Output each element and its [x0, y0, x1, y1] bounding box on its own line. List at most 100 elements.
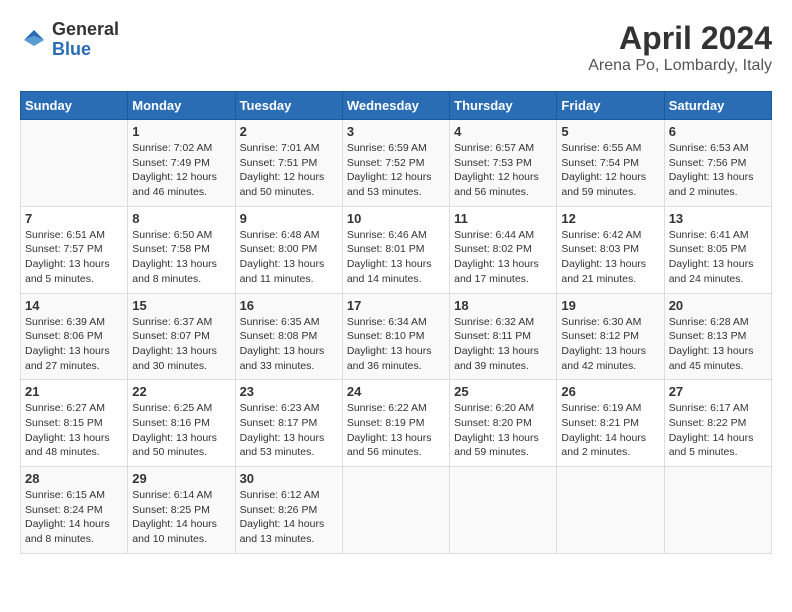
day-cell: 24 Sunrise: 6:22 AM Sunset: 8:19 PM Dayli…	[342, 380, 449, 467]
day-info: Sunrise: 6:12 AM Sunset: 8:26 PM Dayligh…	[240, 488, 338, 547]
day-info: Sunrise: 6:30 AM Sunset: 8:12 PM Dayligh…	[561, 315, 659, 374]
day-info: Sunrise: 6:27 AM Sunset: 8:15 PM Dayligh…	[25, 401, 123, 460]
day-number: 20	[669, 298, 767, 313]
day-cell: 14 Sunrise: 6:39 AM Sunset: 8:06 PM Dayli…	[21, 293, 128, 380]
day-cell	[450, 467, 557, 554]
day-number: 24	[347, 384, 445, 399]
calendar-body: 1 Sunrise: 7:02 AM Sunset: 7:49 PM Daylig…	[21, 120, 772, 554]
day-number: 6	[669, 124, 767, 139]
day-number: 13	[669, 211, 767, 226]
day-info: Sunrise: 6:25 AM Sunset: 8:16 PM Dayligh…	[132, 401, 230, 460]
day-info: Sunrise: 6:14 AM Sunset: 8:25 PM Dayligh…	[132, 488, 230, 547]
week-row-5: 28 Sunrise: 6:15 AM Sunset: 8:24 PM Dayli…	[21, 467, 772, 554]
day-number: 5	[561, 124, 659, 139]
day-number: 18	[454, 298, 552, 313]
day-info: Sunrise: 6:48 AM Sunset: 8:00 PM Dayligh…	[240, 228, 338, 287]
day-info: Sunrise: 6:15 AM Sunset: 8:24 PM Dayligh…	[25, 488, 123, 547]
day-info: Sunrise: 6:39 AM Sunset: 8:06 PM Dayligh…	[25, 315, 123, 374]
day-number: 28	[25, 471, 123, 486]
day-info: Sunrise: 6:20 AM Sunset: 8:20 PM Dayligh…	[454, 401, 552, 460]
day-info: Sunrise: 6:55 AM Sunset: 7:54 PM Dayligh…	[561, 141, 659, 200]
day-info: Sunrise: 6:50 AM Sunset: 7:58 PM Dayligh…	[132, 228, 230, 287]
day-info: Sunrise: 6:46 AM Sunset: 8:01 PM Dayligh…	[347, 228, 445, 287]
day-info: Sunrise: 7:02 AM Sunset: 7:49 PM Dayligh…	[132, 141, 230, 200]
day-number: 1	[132, 124, 230, 139]
day-info: Sunrise: 6:44 AM Sunset: 8:02 PM Dayligh…	[454, 228, 552, 287]
day-cell: 12 Sunrise: 6:42 AM Sunset: 8:03 PM Dayli…	[557, 206, 664, 293]
day-info: Sunrise: 6:59 AM Sunset: 7:52 PM Dayligh…	[347, 141, 445, 200]
day-cell: 27 Sunrise: 6:17 AM Sunset: 8:22 PM Dayli…	[664, 380, 771, 467]
day-number: 4	[454, 124, 552, 139]
day-cell	[664, 467, 771, 554]
day-cell: 18 Sunrise: 6:32 AM Sunset: 8:11 PM Dayli…	[450, 293, 557, 380]
day-number: 21	[25, 384, 123, 399]
day-info: Sunrise: 6:53 AM Sunset: 7:56 PM Dayligh…	[669, 141, 767, 200]
day-info: Sunrise: 6:51 AM Sunset: 7:57 PM Dayligh…	[25, 228, 123, 287]
day-cell: 20 Sunrise: 6:28 AM Sunset: 8:13 PM Dayli…	[664, 293, 771, 380]
logo: General Blue	[20, 20, 119, 60]
day-info: Sunrise: 6:35 AM Sunset: 8:08 PM Dayligh…	[240, 315, 338, 374]
day-info: Sunrise: 6:42 AM Sunset: 8:03 PM Dayligh…	[561, 228, 659, 287]
week-row-2: 7 Sunrise: 6:51 AM Sunset: 7:57 PM Daylig…	[21, 206, 772, 293]
day-cell: 28 Sunrise: 6:15 AM Sunset: 8:24 PM Dayli…	[21, 467, 128, 554]
day-info: Sunrise: 6:34 AM Sunset: 8:10 PM Dayligh…	[347, 315, 445, 374]
location-subtitle: Arena Po, Lombardy, Italy	[588, 57, 772, 75]
day-number: 7	[25, 211, 123, 226]
logo-blue: Blue	[52, 40, 119, 60]
day-number: 2	[240, 124, 338, 139]
day-number: 27	[669, 384, 767, 399]
header-day-monday: Monday	[128, 92, 235, 120]
calendar-table: SundayMondayTuesdayWednesdayThursdayFrid…	[20, 91, 772, 554]
day-number: 11	[454, 211, 552, 226]
day-cell: 15Sunrise: 6:37 AM Sunset: 8:07 PM Dayli…	[128, 293, 235, 380]
day-number: 30	[240, 471, 338, 486]
day-number: 23	[240, 384, 338, 399]
day-cell: 1 Sunrise: 7:02 AM Sunset: 7:49 PM Daylig…	[128, 120, 235, 207]
day-cell: 25Sunrise: 6:20 AM Sunset: 8:20 PM Dayli…	[450, 380, 557, 467]
day-cell: 9 Sunrise: 6:48 AM Sunset: 8:00 PM Daylig…	[235, 206, 342, 293]
week-row-3: 14 Sunrise: 6:39 AM Sunset: 8:06 PM Dayli…	[21, 293, 772, 380]
day-cell: 11 Sunrise: 6:44 AM Sunset: 8:02 PM Dayli…	[450, 206, 557, 293]
day-info: Sunrise: 6:41 AM Sunset: 8:05 PM Dayligh…	[669, 228, 767, 287]
header-day-sunday: Sunday	[21, 92, 128, 120]
day-cell	[557, 467, 664, 554]
day-number: 16	[240, 298, 338, 313]
logo-icon	[20, 26, 48, 54]
logo-general: General	[52, 20, 119, 40]
header-day-saturday: Saturday	[664, 92, 771, 120]
day-cell: 26Sunrise: 6:19 AM Sunset: 8:21 PM Dayli…	[557, 380, 664, 467]
day-info: Sunrise: 6:23 AM Sunset: 8:17 PM Dayligh…	[240, 401, 338, 460]
header-day-tuesday: Tuesday	[235, 92, 342, 120]
day-number: 9	[240, 211, 338, 226]
day-info: Sunrise: 6:37 AM Sunset: 8:07 PM Dayligh…	[132, 315, 230, 374]
title-block: April 2024 Arena Po, Lombardy, Italy	[588, 20, 772, 75]
day-number: 17	[347, 298, 445, 313]
day-cell: 16 Sunrise: 6:35 AM Sunset: 8:08 PM Dayli…	[235, 293, 342, 380]
day-info: Sunrise: 6:17 AM Sunset: 8:22 PM Dayligh…	[669, 401, 767, 460]
day-info: Sunrise: 7:01 AM Sunset: 7:51 PM Dayligh…	[240, 141, 338, 200]
day-number: 10	[347, 211, 445, 226]
day-info: Sunrise: 6:32 AM Sunset: 8:11 PM Dayligh…	[454, 315, 552, 374]
day-number: 19	[561, 298, 659, 313]
day-cell: 17 Sunrise: 6:34 AM Sunset: 8:10 PM Dayli…	[342, 293, 449, 380]
day-info: Sunrise: 6:57 AM Sunset: 7:53 PM Dayligh…	[454, 141, 552, 200]
day-number: 3	[347, 124, 445, 139]
day-cell: 13 Sunrise: 6:41 AM Sunset: 8:05 PM Dayli…	[664, 206, 771, 293]
day-number: 14	[25, 298, 123, 313]
day-info: Sunrise: 6:28 AM Sunset: 8:13 PM Dayligh…	[669, 315, 767, 374]
month-title: April 2024	[588, 20, 772, 57]
day-number: 22	[132, 384, 230, 399]
day-number: 12	[561, 211, 659, 226]
day-cell: 22 Sunrise: 6:25 AM Sunset: 8:16 PM Dayli…	[128, 380, 235, 467]
page-header: General Blue April 2024 Arena Po, Lombar…	[20, 20, 772, 75]
day-cell: 5 Sunrise: 6:55 AM Sunset: 7:54 PM Daylig…	[557, 120, 664, 207]
day-cell: 2 Sunrise: 7:01 AM Sunset: 7:51 PM Daylig…	[235, 120, 342, 207]
day-number: 29	[132, 471, 230, 486]
week-row-1: 1 Sunrise: 7:02 AM Sunset: 7:49 PM Daylig…	[21, 120, 772, 207]
day-number: 26	[561, 384, 659, 399]
day-cell	[21, 120, 128, 207]
header-day-wednesday: Wednesday	[342, 92, 449, 120]
day-info: Sunrise: 6:22 AM Sunset: 8:19 PM Dayligh…	[347, 401, 445, 460]
header-day-friday: Friday	[557, 92, 664, 120]
header-row: SundayMondayTuesdayWednesdayThursdayFrid…	[21, 92, 772, 120]
